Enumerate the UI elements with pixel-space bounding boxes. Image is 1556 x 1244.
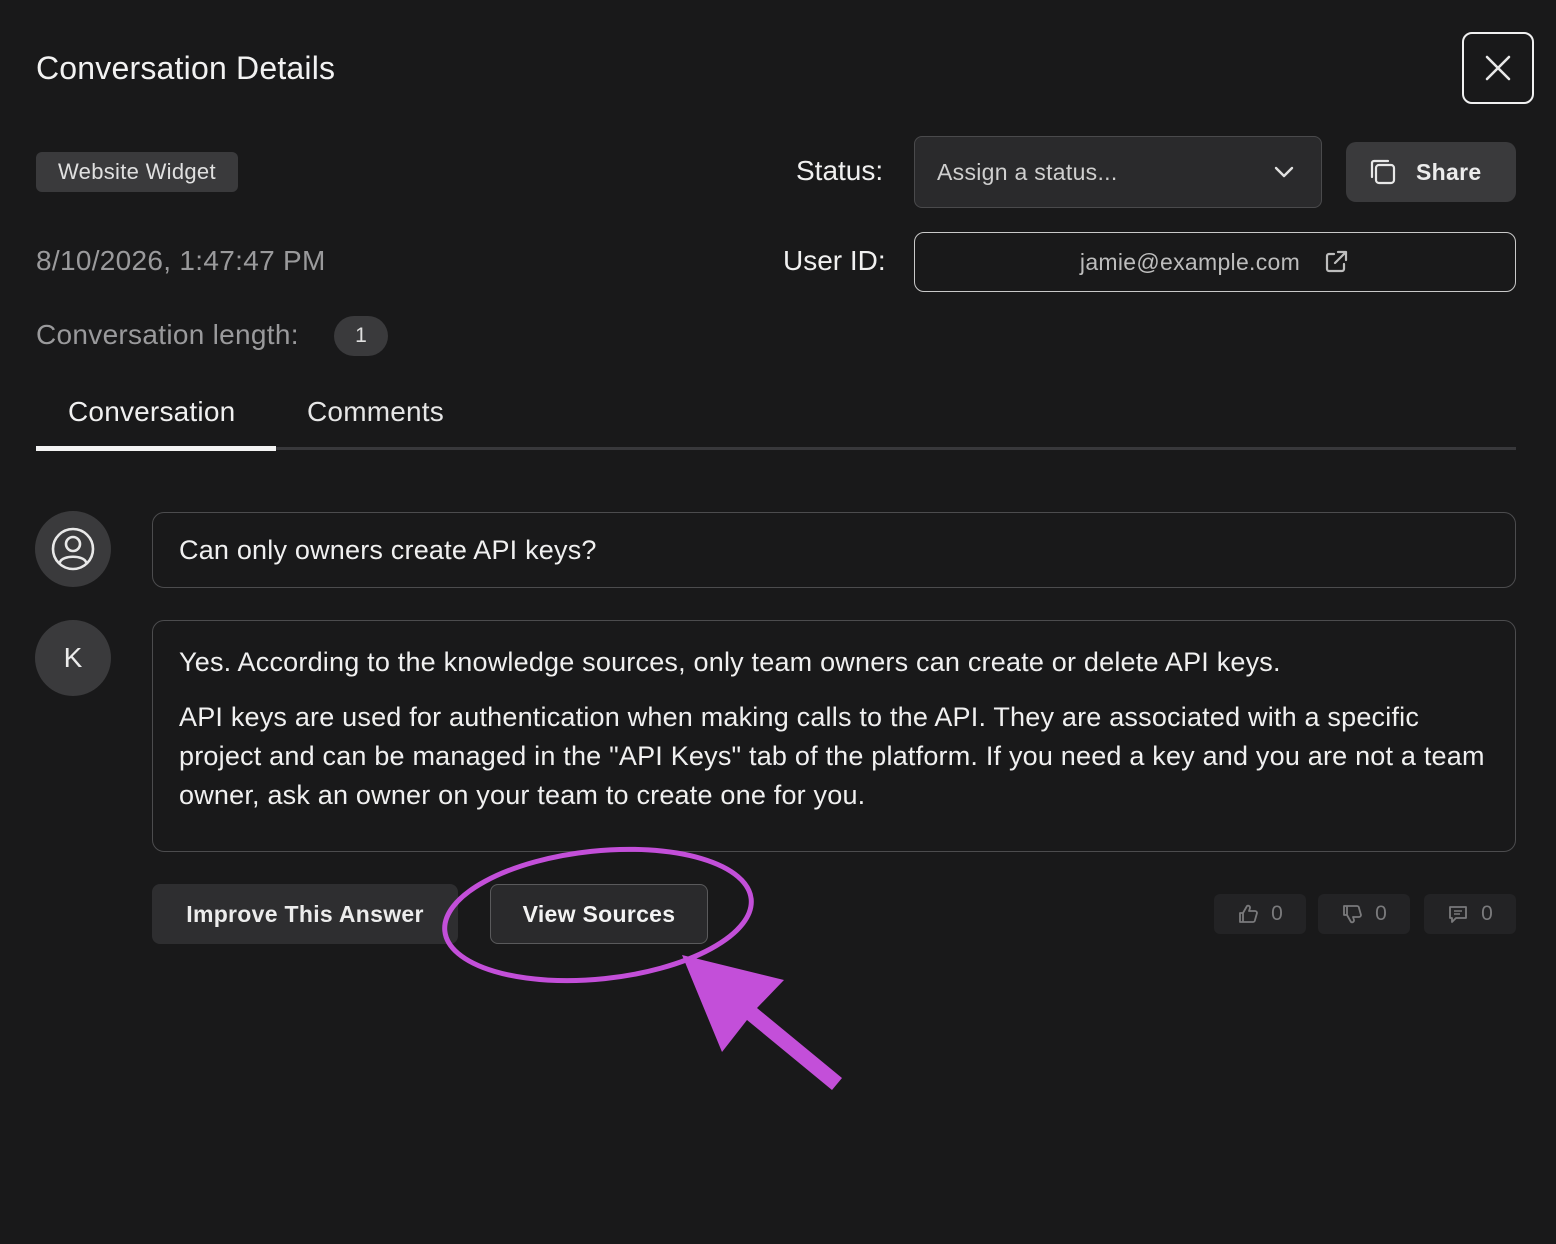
user-id-value: jamie@example.com	[1079, 248, 1301, 275]
page-title: Conversation Details	[36, 50, 336, 86]
user-circle-icon	[51, 527, 95, 571]
timestamp: 8/10/2026, 1:47:47 PM	[36, 245, 326, 276]
thumbs-up-icon	[1239, 904, 1259, 923]
thumbs-down-button[interactable]: 0	[1318, 894, 1410, 934]
conversation-length-badge: 1	[334, 316, 388, 356]
improve-answer-button[interactable]: Improve This Answer	[152, 884, 458, 944]
conversation-length-label: Conversation length:	[36, 319, 299, 350]
view-sources-button[interactable]: View Sources	[490, 884, 708, 944]
tab-comments[interactable]: Comments	[307, 396, 444, 428]
share-label: Share	[1416, 158, 1482, 185]
user-id-label: User ID:	[783, 245, 886, 276]
answer-paragraph: API keys are used for authentication whe…	[179, 702, 1485, 810]
status-placeholder: Assign a status...	[937, 158, 1118, 185]
tab-conversation[interactable]: Conversation	[68, 396, 235, 428]
arrow-icon	[682, 955, 842, 1090]
bot-avatar: K	[35, 620, 111, 696]
user-avatar	[35, 511, 111, 587]
close-icon	[1485, 55, 1511, 81]
question-text: Can only owners create API keys?	[179, 534, 597, 565]
answer-bubble: Yes. According to the knowledge sources,…	[152, 620, 1516, 852]
user-id-link[interactable]: jamie@example.com	[914, 232, 1516, 292]
close-button[interactable]	[1462, 32, 1534, 104]
copy-icon	[1370, 159, 1396, 185]
external-link-icon	[1325, 250, 1348, 273]
answer-paragraph: Yes. According to the knowledge sources,…	[179, 647, 1281, 677]
question-bubble: Can only owners create API keys?	[152, 512, 1516, 588]
comment-button[interactable]: 0	[1424, 894, 1516, 934]
tab-active-indicator	[36, 446, 276, 451]
chevron-down-icon	[1274, 166, 1294, 178]
thumbs-up-count: 0	[1271, 902, 1283, 925]
thumbs-up-button[interactable]: 0	[1214, 894, 1306, 934]
thumbs-down-count: 0	[1375, 902, 1387, 925]
status-label: Status:	[796, 155, 884, 186]
comment-count: 0	[1481, 902, 1493, 925]
source-badge: Website Widget	[36, 152, 238, 192]
comment-icon	[1449, 906, 1468, 923]
share-button[interactable]: Share	[1346, 142, 1516, 202]
status-select[interactable]: Assign a status...	[914, 136, 1322, 208]
thumbs-down-icon	[1343, 905, 1363, 924]
